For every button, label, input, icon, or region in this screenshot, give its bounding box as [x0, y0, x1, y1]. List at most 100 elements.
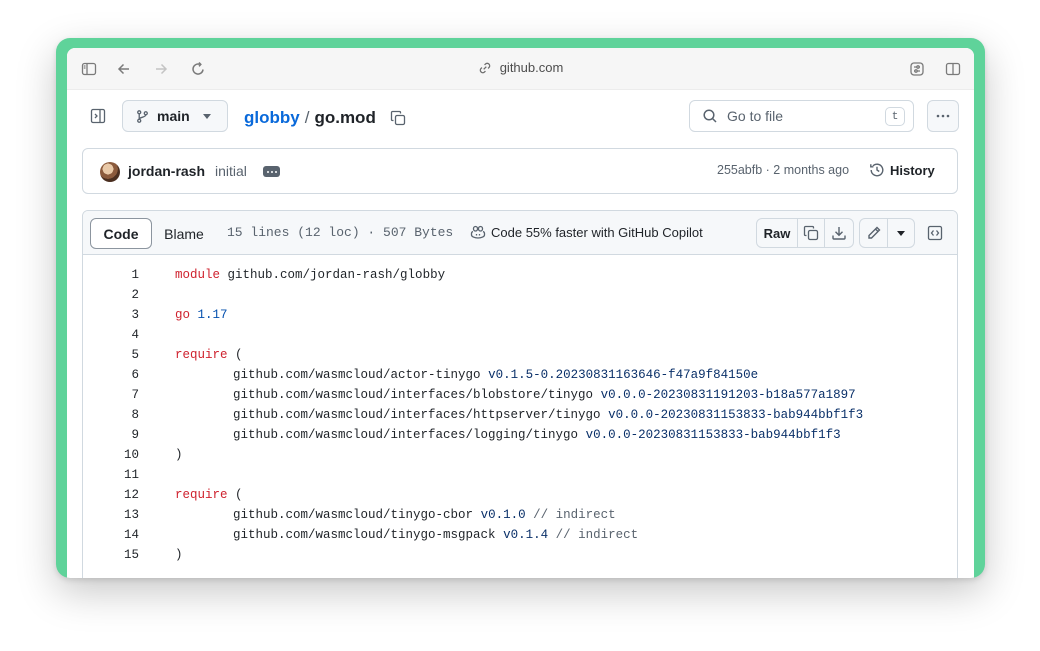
line-content: go 1.17	[175, 305, 228, 325]
version-token: v0.1.0	[480, 508, 526, 522]
line-content: github.com/wasmcloud/tinygo-cbor v0.1.0 …	[233, 505, 616, 525]
version-token: v0.1.5-0.20230831163646-f47a9f84150e	[488, 368, 759, 382]
line-content: github.com/wasmcloud/interfaces/logging/…	[233, 425, 841, 445]
line-number[interactable]: 15	[83, 545, 139, 565]
line-content: github.com/wasmcloud/interfaces/httpserv…	[233, 405, 863, 425]
copy-raw-button[interactable]	[798, 219, 825, 247]
version-token: v0.0.0-20230831153833-bab944bbf1f3	[585, 428, 841, 442]
path-token: github.com/jordan-rash/globby	[227, 268, 446, 282]
expand-commit-message-icon[interactable]	[263, 166, 280, 177]
copilot-icon	[470, 225, 486, 239]
path-token: github.com/wasmcloud/tinygo-cbor	[233, 508, 474, 522]
branch-name: main	[157, 108, 190, 124]
line-content: )	[175, 545, 183, 565]
window-frame: github.com main globby / go.mod Go to fi…	[56, 38, 985, 578]
file-tree-toggle-icon[interactable]	[84, 102, 112, 130]
go-to-file-input[interactable]: Go to file t	[689, 100, 914, 132]
more-options-button[interactable]	[927, 100, 959, 132]
code-line: 1 module github.com/jordan-rash/globby	[83, 265, 957, 285]
line-content: module github.com/jordan-rash/globby	[175, 265, 445, 285]
code-line: 6 github.com/wasmcloud/actor-tinygo v0.1.…	[83, 365, 957, 385]
tab-code[interactable]: Code	[90, 218, 152, 249]
code-view: 1 module github.com/jordan-rash/globby 2 3 g…	[83, 265, 957, 565]
browser-window: github.com main globby / go.mod Go to fi…	[67, 48, 974, 578]
version-token: 1.17	[197, 308, 228, 322]
line-number[interactable]: 12	[83, 485, 139, 505]
search-icon	[703, 109, 717, 123]
keyword-token: go	[175, 308, 191, 322]
branch-selector-button[interactable]: main	[122, 100, 228, 132]
git-branch-icon	[137, 109, 148, 123]
commit-message[interactable]: initial	[215, 163, 247, 179]
extension-icon[interactable]	[904, 56, 930, 82]
punctuation-token: )	[175, 448, 183, 462]
file-header: Code Blame 15 lines (12 loc) · 507 Bytes…	[83, 211, 957, 255]
keyword-token: module	[175, 268, 221, 282]
copy-icon	[803, 225, 819, 241]
tab-blame[interactable]: Blame	[152, 218, 216, 249]
copilot-promo-link[interactable]: Code 55% faster with GitHub Copilot	[470, 224, 703, 240]
code-line: 10)	[83, 445, 957, 465]
raw-button[interactable]: Raw	[757, 219, 798, 247]
line-content: )	[175, 445, 183, 465]
history-button[interactable]: History	[869, 162, 935, 178]
line-number[interactable]: 8	[83, 405, 139, 425]
code-line: 8 github.com/wasmcloud/interfaces/httpser…	[83, 405, 957, 425]
address-bar[interactable]: github.com	[67, 60, 974, 75]
line-number[interactable]: 4	[83, 325, 139, 345]
view-mode-toggle: Code Blame	[90, 218, 216, 249]
avatar[interactable]	[100, 162, 120, 182]
line-content: require (	[175, 485, 243, 505]
line-number[interactable]: 9	[83, 425, 139, 445]
line-number[interactable]: 6	[83, 365, 139, 385]
link-icon	[479, 62, 490, 73]
raw-actions-group: Raw	[756, 218, 854, 248]
edit-options-dropdown[interactable]	[888, 219, 914, 247]
code-line: 3 go 1.17	[83, 305, 957, 325]
code-line: 4	[83, 325, 957, 345]
pencil-icon	[867, 226, 880, 239]
path-token: github.com/wasmcloud/interfaces/blobstor…	[233, 388, 594, 402]
chevron-down-icon	[202, 113, 211, 119]
keyboard-shortcut-hint: t	[885, 107, 905, 126]
go-to-file-placeholder: Go to file	[727, 108, 784, 124]
url-text: github.com	[499, 60, 564, 75]
code-line: 14 github.com/wasmcloud/tinygo-msgpack v0…	[83, 525, 957, 545]
edit-actions-group	[859, 218, 915, 248]
line-content: github.com/wasmcloud/interfaces/blobstor…	[233, 385, 856, 405]
latest-commit-box: jordan-rash initial 255abfb · 2 months a…	[82, 148, 958, 194]
download-button[interactable]	[825, 219, 853, 247]
code-line: 2	[83, 285, 957, 305]
punctuation-token: )	[175, 548, 183, 562]
line-number[interactable]: 7	[83, 385, 139, 405]
line-number[interactable]: 10	[83, 445, 139, 465]
edit-file-button[interactable]	[860, 219, 888, 247]
page-content: main globby / go.mod Go to file t jordan…	[67, 90, 974, 578]
code-line: 7 github.com/wasmcloud/interfaces/blobsto…	[83, 385, 957, 405]
line-number[interactable]: 13	[83, 505, 139, 525]
line-content: github.com/wasmcloud/actor-tinygo v0.1.5…	[233, 365, 758, 385]
breadcrumb-repo-link[interactable]: globby	[244, 108, 300, 128]
commit-author-link[interactable]: jordan-rash	[128, 163, 205, 179]
breadcrumb: globby / go.mod	[244, 107, 409, 129]
path-token: github.com/wasmcloud/actor-tinygo	[233, 368, 481, 382]
line-number[interactable]: 2	[83, 285, 139, 305]
version-token: v0.1.4	[503, 528, 549, 542]
commit-meta[interactable]: 255abfb · 2 months ago	[717, 163, 849, 177]
code-line: 12 require (	[83, 485, 957, 505]
line-number[interactable]: 11	[83, 465, 139, 485]
code-line: 11	[83, 465, 957, 485]
symbols-panel-toggle-icon[interactable]	[922, 220, 948, 246]
history-icon	[870, 163, 884, 177]
keyword-token: require	[175, 488, 228, 502]
keyword-token: require	[175, 348, 228, 362]
line-content: github.com/wasmcloud/tinygo-msgpack v0.1…	[233, 525, 638, 545]
line-number[interactable]: 3	[83, 305, 139, 325]
code-line: 13 github.com/wasmcloud/tinygo-cbor v0.1.…	[83, 505, 957, 525]
copy-path-icon[interactable]	[387, 107, 409, 129]
line-number[interactable]: 5	[83, 345, 139, 365]
line-number[interactable]: 1	[83, 265, 139, 285]
line-number[interactable]: 14	[83, 525, 139, 545]
path-token: github.com/wasmcloud/interfaces/httpserv…	[233, 408, 601, 422]
split-view-icon[interactable]	[940, 56, 966, 82]
